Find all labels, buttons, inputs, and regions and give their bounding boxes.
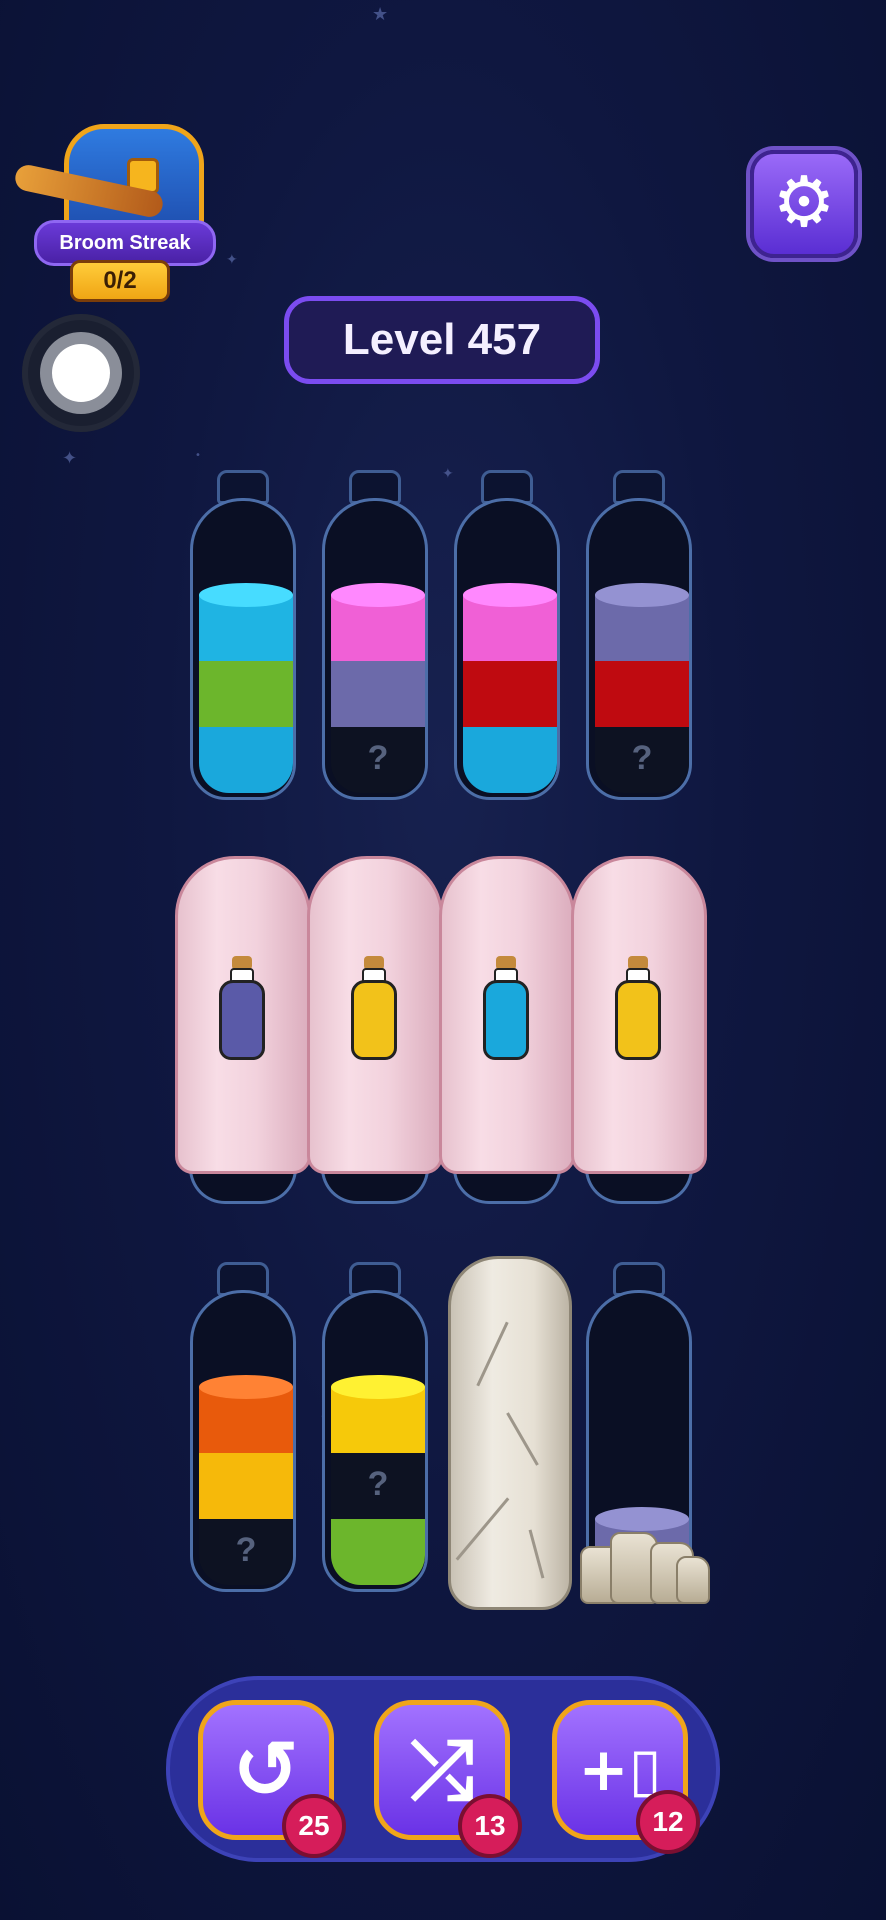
ghost-bottle-1[interactable]	[175, 856, 311, 1206]
liquid-layer	[595, 661, 689, 727]
unknown-layer-marker: ?	[367, 739, 389, 777]
bottle-2[interactable]: ?	[322, 470, 428, 800]
liquid-layer: ?	[595, 727, 689, 793]
bottle-3[interactable]	[454, 470, 560, 800]
liquid-layer	[199, 1453, 293, 1519]
undo-icon: ↺	[232, 1723, 300, 1816]
bottle-1[interactable]	[190, 470, 296, 800]
ghost-bottle-4[interactable]	[571, 856, 707, 1206]
hint-bottle-icon	[219, 956, 265, 1060]
gear-icon: ⚙	[772, 161, 836, 243]
mini-body	[219, 980, 265, 1060]
bottle-glass: ?	[322, 498, 428, 800]
stone-crack	[455, 1497, 510, 1561]
broom-streak-chest[interactable]: Broom Streak 0/2	[12, 118, 216, 302]
star-icon: ✦	[226, 252, 238, 268]
record-icon	[52, 344, 110, 402]
stone-crack	[476, 1321, 509, 1387]
liquid-layer	[199, 661, 293, 727]
liquid-surface	[331, 1375, 425, 1399]
add-bottle-count-badge: 12	[636, 1790, 700, 1854]
rock-pile	[580, 1528, 710, 1604]
star-icon: •	[195, 450, 201, 461]
hint-bottle-icon	[483, 956, 529, 1060]
mini-body	[351, 980, 397, 1060]
stone-bottle[interactable]	[448, 1256, 572, 1610]
mini-body	[483, 980, 529, 1060]
liquid-layer	[463, 661, 557, 727]
bottle-glass: ?	[586, 498, 692, 800]
ghost-bottle-3[interactable]	[439, 856, 575, 1206]
liquid-layer: ?	[199, 1519, 293, 1585]
ghost-bottle-2[interactable]	[307, 856, 443, 1206]
star-icon: ✦	[442, 466, 454, 482]
liquid-surface	[595, 583, 689, 607]
liquid-surface	[199, 1375, 293, 1399]
bottle-glass	[190, 498, 296, 800]
unknown-layer-marker: ?	[367, 1465, 389, 1503]
stone-crack	[528, 1529, 545, 1579]
mini-body	[615, 980, 661, 1060]
liquid-surface	[331, 583, 425, 607]
star-icon: ✦	[62, 448, 78, 469]
bottle-glass: ?	[322, 1290, 428, 1592]
undo-count-badge: 25	[282, 1794, 346, 1858]
bottle-10[interactable]: ?	[322, 1262, 428, 1592]
record-button[interactable]	[22, 314, 140, 432]
stone-crack	[506, 1412, 539, 1466]
liquid-layer	[331, 661, 425, 727]
shuffle-count-badge: 13	[458, 1794, 522, 1858]
unknown-layer-marker: ?	[631, 739, 653, 777]
unknown-layer-marker: ?	[235, 1531, 257, 1569]
liquid-layer	[463, 727, 557, 793]
liquid-layer	[331, 1519, 425, 1585]
liquid-surface	[463, 583, 557, 607]
bottle-glass: ?	[190, 1290, 296, 1592]
level-indicator: Level 457	[284, 296, 600, 384]
liquid-surface	[199, 583, 293, 607]
shuffle-icon: ⤮	[410, 1723, 474, 1816]
star-icon: ★	[372, 4, 389, 25]
liquid-layer: ?	[331, 727, 425, 793]
bottle-4[interactable]: ?	[586, 470, 692, 800]
rock	[676, 1556, 710, 1604]
hint-bottle-icon	[351, 956, 397, 1060]
settings-button[interactable]: ⚙	[750, 150, 858, 258]
broom-streak-progress: 0/2	[70, 260, 170, 302]
hint-bottle-icon	[615, 956, 661, 1060]
bottle-9[interactable]: ?	[190, 1262, 296, 1592]
bottle-glass	[454, 498, 560, 800]
liquid-layer	[199, 727, 293, 793]
liquid-layer: ?	[331, 1453, 425, 1519]
